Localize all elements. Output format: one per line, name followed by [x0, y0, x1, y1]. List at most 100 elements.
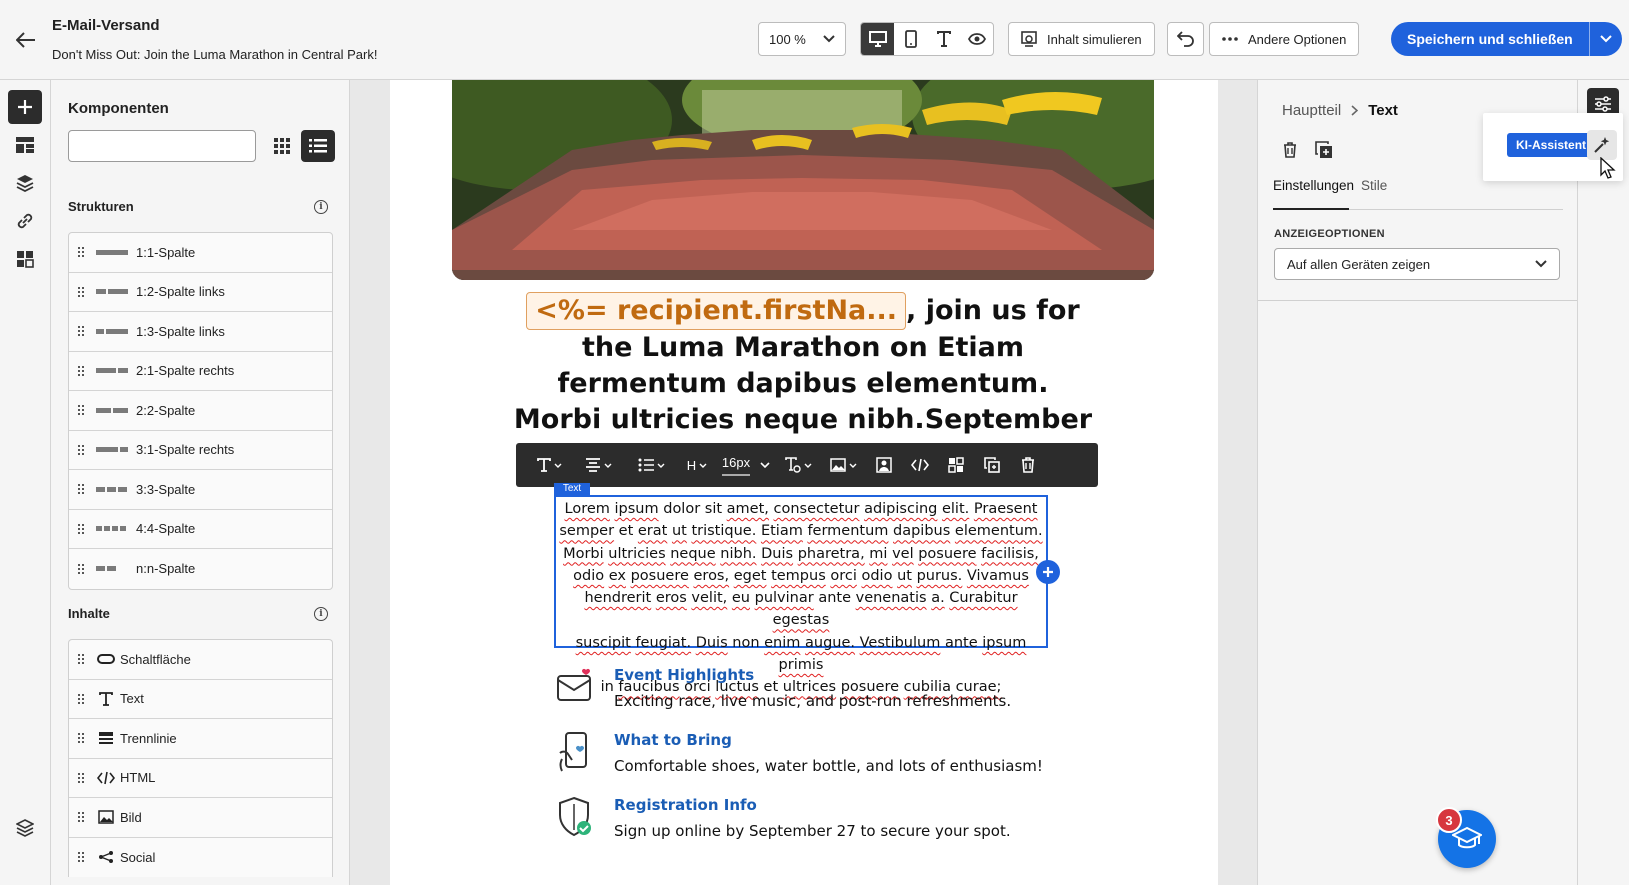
text-color-icon: [784, 457, 801, 473]
add-block-button[interactable]: [1036, 560, 1060, 584]
zoom-select[interactable]: 100 %: [758, 22, 846, 56]
text-icon: [536, 458, 551, 472]
content-item[interactable]: Social: [69, 838, 332, 878]
fragments-button[interactable]: [8, 128, 42, 162]
breadcrumb-current: Text: [1368, 102, 1398, 119]
drag-handle-icon[interactable]: [78, 733, 88, 744]
layers-settings-icon: [16, 819, 34, 837]
drag-handle-icon[interactable]: [78, 405, 88, 416]
links-button[interactable]: [8, 204, 42, 238]
heading-button[interactable]: H: [678, 443, 716, 487]
delete-button[interactable]: [1010, 443, 1046, 487]
drag-handle-icon[interactable]: [78, 523, 88, 534]
content-item[interactable]: Schaltfläche: [69, 640, 332, 680]
drag-handle-icon[interactable]: [78, 484, 88, 495]
undo-button[interactable]: [1167, 22, 1204, 56]
structure-item[interactable]: n:n-Spalte: [69, 549, 332, 589]
structure-item[interactable]: 1:2-Spalte links: [69, 273, 332, 312]
align-button[interactable]: [572, 443, 624, 487]
chevron-down-icon: [1535, 260, 1547, 268]
drag-handle-icon[interactable]: [78, 444, 88, 455]
back-arrow-icon[interactable]: [14, 28, 38, 52]
text-color-button[interactable]: [776, 443, 820, 487]
drag-handle-icon[interactable]: [78, 286, 88, 297]
feature-what-to-bring[interactable]: What to Bring Comfortable shoes, water b…: [556, 731, 1076, 791]
info-icon[interactable]: i: [314, 607, 328, 621]
drag-handle-icon[interactable]: [78, 852, 88, 863]
assets-button[interactable]: [8, 242, 42, 276]
drag-handle-icon[interactable]: [78, 247, 88, 258]
duplicate-component-button[interactable]: [1312, 138, 1336, 162]
structure-item[interactable]: 3:3-Spalte: [69, 470, 332, 510]
text-style-button[interactable]: [526, 443, 572, 487]
personalize-button[interactable]: [866, 443, 902, 487]
drag-handle-icon[interactable]: [78, 693, 88, 704]
feature-registration-info[interactable]: Registration Info Sign up online by Sept…: [556, 796, 1076, 856]
components-search[interactable]: [68, 130, 263, 162]
tab-styles[interactable]: Stile: [1361, 178, 1387, 210]
page-title: E-Mail-Versand: [52, 17, 160, 34]
duplicate-button[interactable]: [974, 443, 1010, 487]
structure-item[interactable]: 2:2-Spalte: [69, 391, 332, 431]
content-label: Social: [120, 849, 156, 865]
insert-image-button[interactable]: [820, 443, 866, 487]
personalization-token[interactable]: <%= recipient.firstNa...: [526, 292, 907, 330]
more-options-button[interactable]: Andere Optionen: [1209, 22, 1360, 56]
info-icon[interactable]: i: [314, 200, 328, 214]
layers-button[interactable]: [8, 166, 42, 200]
grid-view-button[interactable]: [267, 131, 297, 161]
personalization-icon: [876, 457, 892, 473]
desktop-view-button[interactable]: [861, 23, 894, 55]
email-headline[interactable]: <%= recipient.firstNa..., join us for th…: [450, 292, 1156, 438]
list-button[interactable]: [624, 443, 678, 487]
content-label: Schaltfläche: [120, 651, 191, 667]
feature-event-highlights[interactable]: Event Highlights Exciting race, live mus…: [556, 666, 1076, 726]
content-item[interactable]: Trennlinie: [69, 719, 332, 759]
properties-tabs: Einstellungen Stile: [1273, 176, 1563, 210]
simulate-content-button[interactable]: Inhalt simulieren: [1008, 22, 1155, 56]
content-label: Trennlinie: [120, 730, 177, 746]
save-and-close-button[interactable]: Speichern und schließen: [1391, 22, 1622, 56]
structure-item[interactable]: 1:1-Spalte: [69, 233, 332, 273]
structure-item[interactable]: 4:4-Spalte: [69, 510, 332, 549]
button-icon: [96, 654, 116, 665]
column-layout-icon: [96, 447, 128, 453]
structure-item[interactable]: 2:1-Spalte rechts: [69, 352, 332, 391]
save-options-dropdown[interactable]: [1590, 22, 1622, 56]
content-item[interactable]: Bild: [69, 798, 332, 838]
eye-icon: [967, 33, 986, 45]
drag-handle-icon[interactable]: [78, 772, 88, 783]
drag-handle-icon[interactable]: [78, 365, 88, 376]
heading-label: H: [686, 457, 697, 473]
ai-assistant-button[interactable]: [1587, 130, 1617, 160]
content-item[interactable]: HTML: [69, 759, 332, 798]
display-options-select[interactable]: Auf allen Geräten zeigen: [1274, 248, 1560, 280]
drag-handle-icon[interactable]: [78, 326, 88, 337]
html-icon: [96, 771, 116, 785]
add-components-button[interactable]: [8, 90, 42, 124]
search-input[interactable]: [87, 138, 263, 154]
preview-button[interactable]: [960, 23, 993, 55]
list-view-button[interactable]: [301, 130, 335, 162]
tab-settings[interactable]: Einstellungen: [1273, 178, 1354, 210]
delete-component-button[interactable]: [1278, 138, 1302, 162]
drag-handle-icon[interactable]: [78, 654, 88, 665]
drag-handle-icon[interactable]: [78, 812, 88, 823]
structure-label: 1:3-Spalte links: [136, 323, 225, 339]
structure-item[interactable]: 3:1-Spalte rechts: [69, 431, 332, 470]
left-rail: [0, 80, 51, 885]
font-size-select[interactable]: 16px: [716, 443, 776, 487]
chevron-down-icon: [699, 463, 707, 468]
hero-image[interactable]: [452, 80, 1154, 280]
feature-description: Sign up online by September 27 to secure…: [614, 822, 1011, 840]
select-parent-button[interactable]: [938, 443, 974, 487]
layer-settings-button[interactable]: [8, 811, 42, 845]
source-code-button[interactable]: [902, 443, 938, 487]
content-item[interactable]: Text: [69, 680, 332, 719]
structure-item[interactable]: 1:3-Spalte links: [69, 312, 332, 352]
text-view-button[interactable]: [927, 23, 960, 55]
mobile-view-button[interactable]: [894, 23, 927, 55]
selected-text-block[interactable]: Lorem ipsum dolor sit amet, consectetur …: [554, 495, 1048, 695]
drag-handle-icon[interactable]: [78, 563, 88, 574]
breadcrumb-parent[interactable]: Hauptteil: [1282, 102, 1341, 119]
